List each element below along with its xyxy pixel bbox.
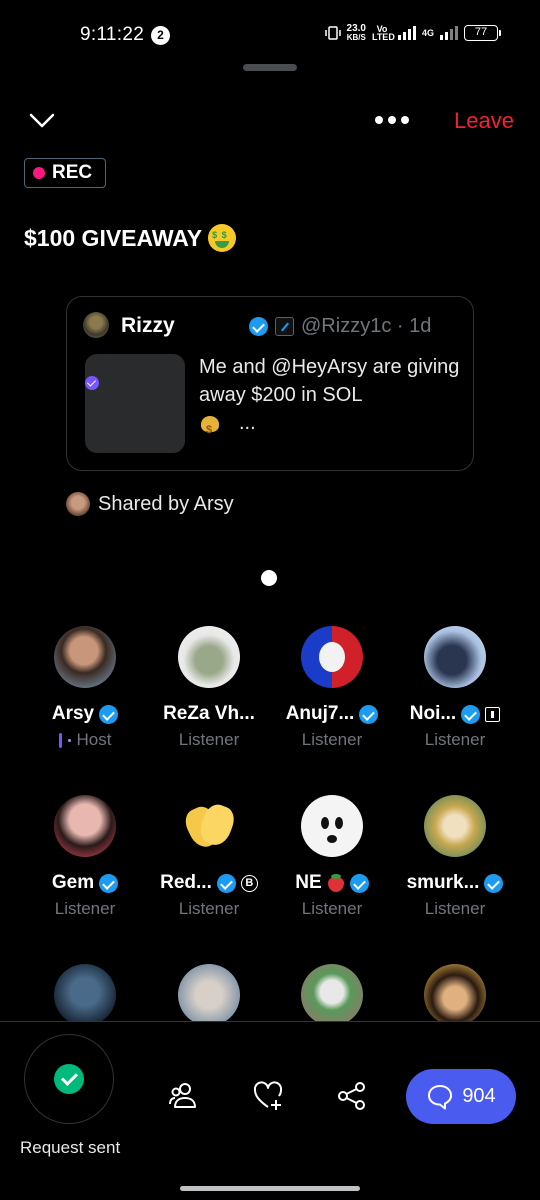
participant-noi[interactable]: Noi... Listener <box>393 626 517 750</box>
participant-gem[interactable]: Gem Listener <box>23 795 147 919</box>
avatar <box>424 964 486 1026</box>
check-circle-icon <box>54 1064 84 1094</box>
tweet-author-name[interactable]: Rizzy <box>121 314 175 338</box>
comment-count: 904 <box>462 1085 496 1107</box>
verified-badge-icon <box>216 873 236 893</box>
status-icons: 23.0 KB/S Vo LTED 4G 77 <box>324 23 501 43</box>
shared-by-row: Shared by Arsy <box>66 492 234 516</box>
chevron-down-icon[interactable] <box>28 110 56 130</box>
request-to-speak-button[interactable] <box>24 1034 114 1124</box>
tweet-author-avatar[interactable] <box>83 312 109 338</box>
affiliate-badge-icon <box>485 706 501 722</box>
avatar <box>424 626 486 688</box>
affiliate-badge-icon <box>275 317 294 336</box>
bitcoin-badge-icon: B <box>240 874 258 892</box>
recording-label: REC <box>52 162 93 183</box>
status-time: 9:11:22 <box>80 24 145 45</box>
sheet-drag-handle[interactable] <box>243 64 297 71</box>
speaking-indicator-icon <box>58 732 62 748</box>
participant-row3-2[interactable] <box>147 964 271 1026</box>
tweet-text: Me and @HeyArsy are giving away $200 in … <box>199 353 469 444</box>
heart-plus-icon[interactable] <box>252 1080 284 1112</box>
participant-anuj[interactable]: Anuj7... Listener <box>270 626 394 750</box>
verified-badge-icon <box>249 317 268 336</box>
comments-button[interactable]: 904 <box>406 1069 516 1124</box>
sharer-avatar <box>66 492 90 516</box>
comment-bubble-icon <box>428 1084 453 1109</box>
avatar <box>54 795 116 857</box>
participants-icon[interactable] <box>168 1080 200 1112</box>
verified-badge-icon <box>99 704 119 724</box>
tweet-author-handle: @Rizzy1c · 1d <box>301 315 432 337</box>
recording-badge: REC <box>24 158 106 188</box>
verified-badge-icon <box>349 873 369 893</box>
money-mouth-face-icon <box>208 224 237 252</box>
request-status-label: Request sent <box>20 1138 121 1157</box>
leave-button[interactable]: Leave <box>454 108 514 134</box>
avatar <box>301 795 363 857</box>
participant-row3-4[interactable] <box>393 964 517 1026</box>
verified-badge-icon <box>359 704 379 724</box>
space-title-row: $100 GIVEAWAY <box>24 224 237 252</box>
participant-row3-3[interactable] <box>270 964 394 1026</box>
avatar <box>54 964 116 1026</box>
space-title: $100 GIVEAWAY <box>24 224 203 251</box>
money-bag-icon <box>199 410 221 444</box>
participant-red[interactable]: Red... B Listener <box>147 795 271 919</box>
verified-badge-icon <box>484 873 504 893</box>
record-dot-icon <box>33 167 45 179</box>
strawberry-icon <box>327 873 345 893</box>
home-indicator[interactable] <box>180 1186 360 1191</box>
avatar <box>424 795 486 857</box>
tweet-media-thumbnail[interactable] <box>85 354 185 453</box>
notification-count-badge: 2 <box>151 26 170 45</box>
net-speed: 23.0 KB/S <box>346 23 366 43</box>
page-indicator-dot <box>261 570 277 586</box>
avatar <box>301 626 363 688</box>
avatar <box>178 626 240 688</box>
participant-smurk[interactable]: smurk... Listener <box>393 795 517 919</box>
participant-reza[interactable]: ReZa Vh... Listener <box>147 626 271 750</box>
pinned-tweet-card[interactable]: Rizzy @Rizzy1c · 1d Me and @HeyArsy are … <box>66 296 474 471</box>
more-options-icon[interactable] <box>375 112 411 128</box>
avatar <box>54 626 116 688</box>
signal-icon <box>397 26 416 40</box>
network-type: 4G <box>421 28 434 38</box>
participant-ne[interactable]: NE Listener <box>270 795 394 919</box>
verified-badge-icon <box>99 873 119 893</box>
verified-badge-icon <box>461 704 481 724</box>
clapping-hands-icon <box>178 795 240 857</box>
volte-indicator: Vo LTED <box>371 24 395 42</box>
participant-row3-1[interactable] <box>23 964 147 1026</box>
status-bar: 9:11:22 2 23.0 KB/S Vo LTED 4G 77 <box>0 0 540 70</box>
verified-org-badge-icon <box>85 376 99 390</box>
avatar <box>178 964 240 1026</box>
shared-by-label: Shared by Arsy <box>98 492 234 515</box>
share-icon[interactable] <box>336 1080 368 1112</box>
signal-icon-2 <box>440 26 458 40</box>
vibrate-icon <box>324 26 341 40</box>
battery-icon: 77 <box>464 25 501 41</box>
participant-arsy[interactable]: Arsy Host <box>23 626 147 750</box>
avatar <box>301 964 363 1026</box>
